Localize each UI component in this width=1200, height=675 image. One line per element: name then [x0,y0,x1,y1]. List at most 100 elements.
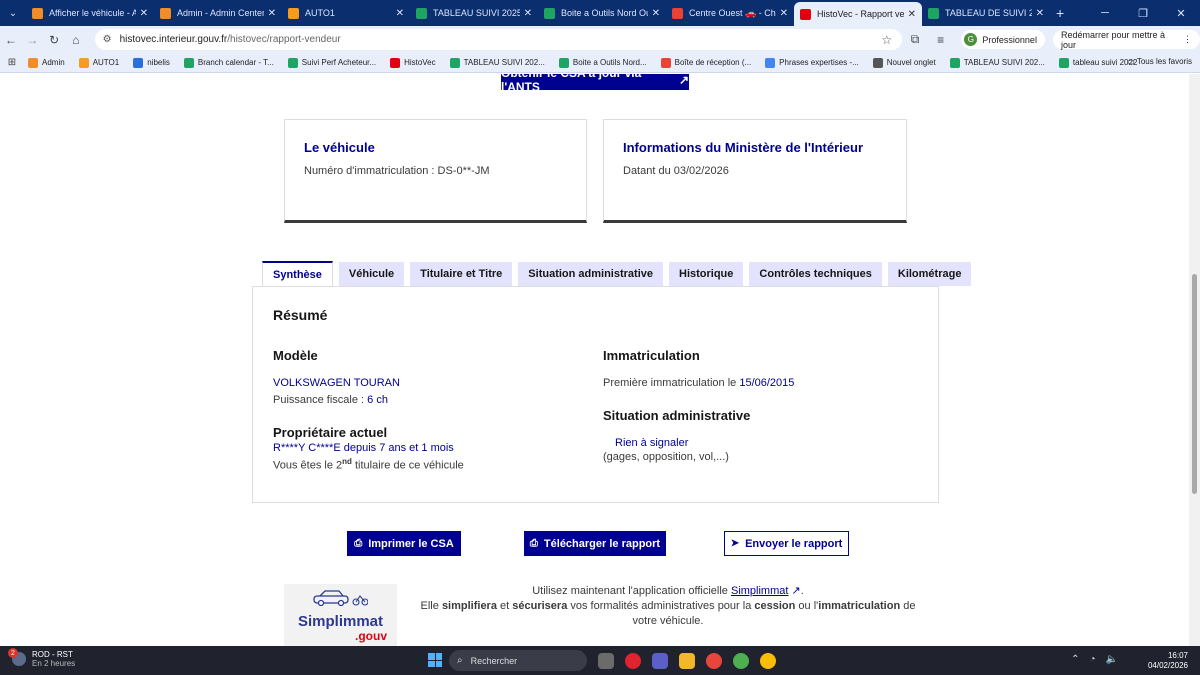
tab-title: Centre Ouest 🚗 - Chat [689,7,776,18]
apps-grid-icon[interactable]: ⊞ [0,57,24,68]
tab-historique[interactable]: Historique [669,262,744,286]
all-bookmarks-button[interactable]: ▭ Tous les favoris [1127,57,1192,66]
back-icon[interactable]: ← [0,33,22,47]
immat-label: Première immatriculation le [603,377,740,389]
chevron-up-icon[interactable]: ⌃ [1071,654,1079,665]
extensions-icon[interactable]: ⧉ [902,32,928,47]
tab-close-icon[interactable]: ✕ [524,8,532,19]
bookmark-item[interactable]: AUTO1 [78,57,119,68]
bookmark-item[interactable]: nibelis [133,57,170,68]
tab-situation-administrative[interactable]: Situation administrative [518,262,663,286]
bookmark-label: TABLEAU SUIVI 202... [463,58,545,67]
tab-favicon-icon [928,7,939,19]
tab-favicon-icon [800,8,811,20]
notification-badge: 2 [8,648,18,658]
new-tab-button[interactable]: + [1056,5,1064,21]
print-csa-button[interactable]: ⎙ Imprimer le CSA [347,531,461,556]
search-icon: ⌕ [457,655,463,666]
simplimmat-link[interactable]: Simplimmat [731,585,788,597]
forward-icon[interactable]: → [22,33,44,47]
fiscal-power-value: 6 ch [367,394,388,406]
bookmark-item[interactable]: HistoVec [390,57,436,68]
browser-tab[interactable]: TABLEAU SUIVI 2025 - TO ✕ [410,0,538,26]
system-tray: ⌃ ◔ 🔈 [1061,654,1118,665]
tab-close-icon[interactable]: ✕ [396,8,404,19]
profile-avatar: G [964,33,978,46]
resume-title: Résumé [273,307,328,323]
opera-icon[interactable] [625,653,641,669]
bookmark-favicon-icon [660,57,671,68]
scrollbar-thumb[interactable] [1192,274,1197,494]
tab-synthese[interactable]: Synthèse [262,261,333,287]
chrome-icon[interactable] [706,653,722,669]
volume-icon[interactable]: 🔈 [1106,654,1118,665]
bookmark-item[interactable]: Boîte de réception (... [660,57,751,68]
bookmark-item[interactable]: Branch calendar - T... [183,57,274,68]
profile-button[interactable]: G Professionnel [961,30,1045,49]
tab-close-icon[interactable]: ✕ [1036,8,1044,19]
taskbar-search[interactable]: ⌕ Rechercher [449,650,587,671]
bookmark-item[interactable]: TABLEAU SUIVI 202... [449,57,545,68]
bookmark-item[interactable]: Suivi Perf Acheteur... [287,57,376,68]
tab-close-icon[interactable]: ✕ [652,8,660,19]
owner-rank-sup: nd [342,457,352,466]
bookmark-item[interactable]: Nouvel onglet [872,57,936,68]
bookmarks-bar: ⊞ Admin AUTO1 nibelis Branch calendar - T..… [0,53,1200,73]
browser-tab[interactable]: Boite a Outils Nord Ouest ✕ [538,0,666,26]
taskbar-widget[interactable]: 2 ROD - RST En 2 heures [8,648,75,668]
close-window-icon[interactable]: ✕ [1162,7,1200,20]
restore-icon[interactable]: ❐ [1124,7,1162,20]
page-scrollbar[interactable] [1189,74,1200,646]
teams-icon[interactable] [652,653,668,669]
browser-tab[interactable]: AUTO1 ✕ [282,0,410,26]
tab-close-icon[interactable]: ✕ [268,8,276,19]
home-icon[interactable]: ⌂ [65,33,87,47]
download-report-button[interactable]: ⎙ Télécharger le rapport [524,531,666,556]
minimize-icon[interactable]: ─ [1086,7,1124,19]
bookmark-item[interactable]: Admin [28,57,65,68]
reload-icon[interactable]: ↻ [43,33,65,47]
browser-tab[interactable]: TABLEAU DE SUIVI 2026 ✕ [922,0,1050,26]
bookmark-item[interactable]: tableau suivi 2022 [1058,57,1137,68]
ants-csa-button[interactable]: Obtenir le CSA à jour via l'ANTS ↗ [501,74,689,94]
reading-list-icon[interactable]: ≡ [928,33,954,47]
tab-vehicule[interactable]: Véhicule [338,262,405,286]
report-tabs: Synthèse Véhicule Titulaire et Titre Sit… [262,261,977,287]
chrome-profile-icon[interactable] [733,653,749,669]
browser-tab-strip: ⌄ Afficher le véhicule - Adm✕Admin - Adm… [0,0,1200,26]
tab-close-icon[interactable]: ✕ [780,8,788,19]
bookmark-star-icon[interactable]: ☆ [881,33,892,47]
browser-tab[interactable]: Afficher le véhicule - Adm ✕ [26,0,154,26]
tab-title: Boite a Outils Nord Ouest [561,8,648,18]
tab-kilometrage[interactable]: Kilométrage [887,262,972,286]
site-info-icon[interactable]: ⚙ [103,34,112,45]
browser-tab[interactable]: Centre Ouest 🚗 - Chat ✕ [666,0,794,26]
bookmark-favicon-icon [28,57,38,68]
browser-tab[interactable]: HistoVec - Rapport vende ✕ [794,2,922,26]
owner-name: R****Y C****E [273,442,341,454]
windows-start-icon[interactable] [428,653,442,667]
url-host: histovec.interieur.gouv.fr [119,34,228,45]
bookmark-item[interactable]: TABLEAU SUIVI 202... [949,57,1045,68]
file-explorer-icon[interactable] [679,653,695,669]
send-report-button[interactable]: ➤ Envoyer le rapport [724,531,849,556]
bookmark-item[interactable]: Phrases expertises -... [765,57,859,68]
tab-search-icon[interactable]: ⌄ [0,0,26,26]
download-report-label: Télécharger le rapport [543,537,661,550]
chrome-profile-2-icon[interactable] [760,653,776,669]
restart-update-button[interactable]: Redémarrer pour mettre à jour ⋮ [1052,30,1200,50]
tabs-container: Afficher le véhicule - Adm✕Admin - Admin… [26,0,1050,26]
browser-tab[interactable]: Admin - Admin Center ✕ [154,0,282,26]
bookmark-item[interactable]: Boite a Outils Nord... [558,57,647,68]
fiscal-power: Puissance fiscale : 6 ch [273,394,400,406]
tab-close-icon[interactable]: ✕ [908,9,916,20]
taskbar-clock[interactable]: 16:07 04/02/2026 [1148,651,1188,671]
admin-detail: (gages, opposition, vol,...) [603,451,729,463]
bookmark-label: Phrases expertises -... [779,58,859,67]
url-bar[interactable]: ⚙ histovec.interieur.gouv.fr/histovec/ra… [94,29,903,50]
tab-controles-techniques[interactable]: Contrôles techniques [749,262,882,286]
tab-close-icon[interactable]: ✕ [140,8,148,19]
task-view-icon[interactable] [598,653,614,669]
tab-titulaire[interactable]: Titulaire et Titre [410,262,513,286]
wifi-icon[interactable]: ◔ [1090,654,1096,665]
